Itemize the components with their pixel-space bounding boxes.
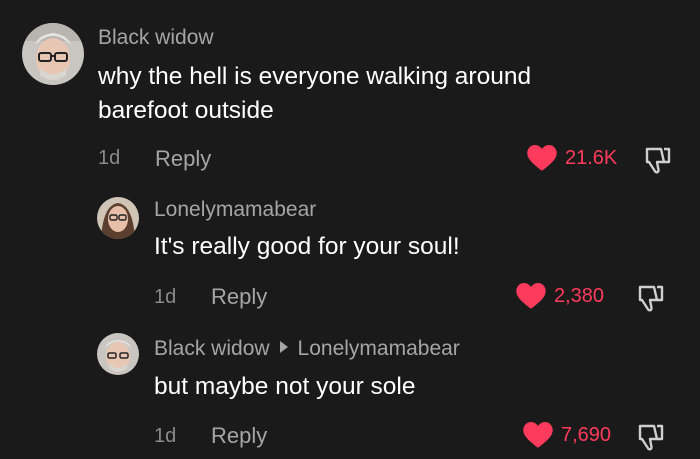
reply-button[interactable]: Reply <box>211 284 267 310</box>
comment-text: but maybe not your sole <box>154 373 416 400</box>
like-button[interactable]: 21.6K <box>527 145 617 172</box>
dislike-button[interactable] <box>643 145 673 180</box>
like-button[interactable]: 7,690 <box>523 422 611 449</box>
dislike-button[interactable] <box>636 283 666 318</box>
comment-time: 1d <box>98 147 121 169</box>
comment-time: 1d <box>154 286 177 308</box>
comment-text: It's really good for your soul! <box>154 233 460 260</box>
avatar[interactable] <box>22 23 84 85</box>
reply-arrow-icon <box>279 341 288 354</box>
comment-username-line: Black widow Lonelymamabear <box>154 337 460 361</box>
reply-button[interactable]: Reply <box>155 146 211 172</box>
comment: Black widow why the hell is everyone wal… <box>0 0 700 190</box>
comment-time: 1d <box>154 425 177 447</box>
like-count: 7,690 <box>561 424 612 446</box>
reply-comment: Lonelymamabear It's really good for your… <box>0 190 700 325</box>
comment-text: why the hell is everyone walking around … <box>98 63 532 124</box>
like-count: 21.6K <box>565 147 618 169</box>
reply-to-username[interactable]: Lonelymamabear <box>298 337 460 360</box>
reply-button[interactable]: Reply <box>211 423 267 449</box>
comment-username[interactable]: Black widow <box>98 26 214 50</box>
reply-comment: Black widow Lonelymamabear but maybe not … <box>0 325 700 459</box>
comment-username[interactable]: Lonelymamabear <box>154 198 316 222</box>
thumbs-down-icon <box>638 424 664 451</box>
like-button[interactable]: 2,380 <box>516 283 604 310</box>
avatar[interactable] <box>97 197 139 239</box>
comment-username[interactable]: Black widow <box>154 337 270 360</box>
heart-icon <box>527 145 557 171</box>
avatar[interactable] <box>97 333 139 375</box>
like-count: 2,380 <box>554 285 605 307</box>
dislike-button[interactable] <box>636 422 666 457</box>
heart-icon <box>516 283 546 309</box>
thumbs-down-icon <box>638 285 664 312</box>
thumbs-down-icon <box>645 147 671 174</box>
heart-icon <box>523 422 553 448</box>
